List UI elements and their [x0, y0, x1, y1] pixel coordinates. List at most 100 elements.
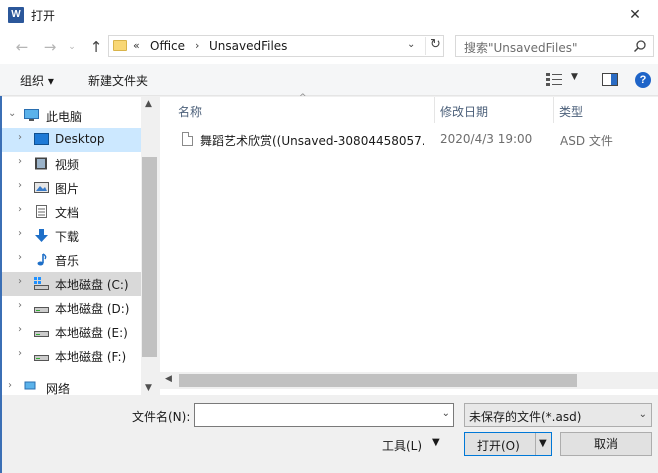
navigation-bar: ← → ⌄ ↑ « Office › UnsavedFiles ⌄ ↻ 搜索"U… [0, 30, 658, 64]
back-arrow-icon[interactable]: ← [12, 38, 32, 56]
refresh-icon[interactable]: ↻ [425, 37, 441, 55]
expand-arrow-icon[interactable]: › [18, 300, 22, 311]
breadcrumb-unsavedfiles[interactable]: UnsavedFiles [209, 39, 287, 53]
recent-locations-dropdown[interactable]: ⌄ [66, 38, 78, 56]
desktop-icon [34, 133, 49, 145]
column-header-name[interactable]: 名称 [178, 103, 202, 120]
chevron-down-icon[interactable]: ⌄ [442, 408, 450, 419]
open-button[interactable]: 打开(O) ▼ [464, 432, 552, 456]
tree-item-pictures[interactable]: › 图片 [2, 176, 142, 200]
dialog-footer: 文件名(N): ⌄ 未保存的文件(*.asd) ⌄ 工具(L) ▼ 打开(O) … [2, 395, 658, 473]
tree-item-network[interactable]: › 网络 [2, 376, 142, 395]
expand-arrow-icon[interactable]: › [18, 324, 22, 335]
breadcrumb-office[interactable]: Office [150, 39, 185, 53]
expand-arrow-icon[interactable]: › [18, 180, 22, 191]
tree-label: 音乐 [55, 254, 80, 268]
forward-arrow-icon[interactable]: → [40, 38, 60, 56]
filetype-value: 未保存的文件(*.asd) [469, 410, 582, 424]
split-divider [535, 433, 536, 455]
file-modified-date: 2020/4/3 19:00 [440, 132, 533, 146]
tree-label: Desktop [55, 132, 105, 146]
navigation-scrollbar[interactable]: ▲ ▼ [141, 97, 158, 395]
tree-label: 文档 [55, 206, 80, 220]
file-type: ASD 文件 [560, 134, 613, 148]
scroll-left-icon[interactable]: ◀ [165, 374, 172, 384]
tree-item-drive-c[interactable]: › 本地磁盘 (C:) [2, 272, 142, 296]
sort-ascending-icon: ^ [299, 93, 307, 103]
new-folder-button[interactable]: 新建文件夹 [88, 72, 148, 89]
address-overflow-chevron[interactable]: « [133, 39, 140, 52]
tree-item-music[interactable]: › 音乐 [2, 248, 142, 272]
chevron-down-icon[interactable]: ⌄ [639, 409, 647, 420]
tree-label: 视频 [55, 158, 80, 172]
tree-label: 此电脑 [46, 110, 83, 124]
tree-item-drive-f[interactable]: › 本地磁盘 (F:) [2, 344, 142, 368]
navigation-pane: ⌄ 此电脑 › Desktop › 视频 › 图片 › 文档 › 下载 › 音乐… [2, 97, 158, 395]
title-bar: W 打开 ✕ [0, 0, 658, 30]
drive-icon [34, 307, 49, 313]
tree-item-desktop[interactable]: › Desktop [2, 128, 142, 152]
open-dropdown-icon[interactable]: ▼ [539, 438, 547, 449]
cancel-button[interactable]: 取消 [560, 432, 652, 456]
expand-arrow-icon[interactable]: › [8, 380, 12, 391]
expand-arrow-icon[interactable]: › [18, 156, 22, 167]
tree-label: 图片 [55, 182, 80, 196]
tree-label: 下载 [55, 230, 80, 244]
column-divider[interactable] [434, 97, 435, 123]
expand-arrow-icon[interactable]: › [18, 132, 22, 143]
scrollbar-thumb[interactable] [179, 374, 577, 387]
column-header-date[interactable]: 修改日期 [440, 103, 488, 120]
tools-dropdown-icon[interactable]: ▼ [432, 437, 440, 448]
file-list: ^ 名称 修改日期 类型 舞蹈艺术欣赏((Unsaved-30804458057… [160, 93, 658, 395]
scrollbar-thumb[interactable] [142, 157, 157, 357]
word-app-icon: W [8, 7, 24, 23]
breadcrumb-separator-icon[interactable]: › [195, 39, 199, 52]
search-icon[interactable] [633, 39, 647, 53]
search-box[interactable]: 搜索"UnsavedFiles" [455, 35, 654, 57]
tree-item-drive-e[interactable]: › 本地磁盘 (E:) [2, 320, 142, 344]
filetype-select[interactable]: 未保存的文件(*.asd) ⌄ [464, 403, 652, 427]
music-icon [37, 253, 47, 266]
expand-arrow-icon[interactable]: › [18, 252, 22, 263]
tree-item-documents[interactable]: › 文档 [2, 200, 142, 224]
folder-icon [113, 40, 127, 51]
column-divider[interactable] [553, 97, 554, 123]
tree-item-downloads[interactable]: › 下载 [2, 224, 142, 248]
expand-arrow-icon[interactable]: › [18, 348, 22, 359]
expand-arrow-icon[interactable]: › [18, 276, 22, 287]
filename-input[interactable] [199, 405, 429, 425]
tools-button[interactable]: 工具(L) [382, 437, 422, 454]
window-title: 打开 [31, 9, 56, 23]
column-header-type[interactable]: 类型 [559, 103, 583, 120]
drive-icon [34, 331, 49, 337]
scroll-down-icon[interactable]: ▼ [145, 383, 152, 393]
preview-pane-icon[interactable] [602, 73, 618, 86]
view-dropdown-icon[interactable]: ▼ [571, 72, 578, 82]
command-bar: 组织 ▾ 新建文件夹 ▼ ? [0, 64, 658, 96]
address-bar[interactable]: « Office › UnsavedFiles ⌄ ↻ [108, 35, 444, 57]
view-options-icon[interactable] [546, 73, 562, 86]
file-row[interactable]: 舞蹈艺术欣赏((Unsaved-30804458057... 2020/4/3 … [174, 129, 644, 151]
up-arrow-icon[interactable]: ↑ [86, 38, 106, 56]
close-icon[interactable]: ✕ [612, 0, 658, 30]
expand-arrow-icon[interactable]: › [18, 204, 22, 215]
tree-item-this-pc[interactable]: ⌄ 此电脑 [2, 104, 142, 128]
organize-button[interactable]: 组织 ▾ [20, 72, 54, 89]
address-dropdown-icon[interactable]: ⌄ [407, 39, 415, 50]
search-placeholder: 搜索"UnsavedFiles" [464, 41, 578, 55]
tree-label: 本地磁盘 (C:) [55, 278, 129, 292]
filename-combobox[interactable]: ⌄ [194, 403, 454, 427]
tree-item-videos[interactable]: › 视频 [2, 152, 142, 176]
tree-label: 本地磁盘 (F:) [55, 350, 127, 364]
tree-label: 本地磁盘 (E:) [55, 326, 128, 340]
expand-arrow-icon[interactable]: › [18, 228, 22, 239]
expand-arrow-icon[interactable]: ⌄ [8, 108, 16, 119]
help-icon[interactable]: ? [635, 72, 651, 88]
tree-item-drive-d[interactable]: › 本地磁盘 (D:) [2, 296, 142, 320]
pictures-icon [34, 182, 49, 193]
drive-icon [34, 355, 49, 361]
horizontal-scrollbar[interactable]: ◀ [160, 372, 658, 389]
file-name: 舞蹈艺术欣赏((Unsaved-30804458057... [200, 134, 424, 148]
drive-c-icon [34, 277, 49, 290]
scroll-up-icon[interactable]: ▲ [145, 99, 152, 109]
